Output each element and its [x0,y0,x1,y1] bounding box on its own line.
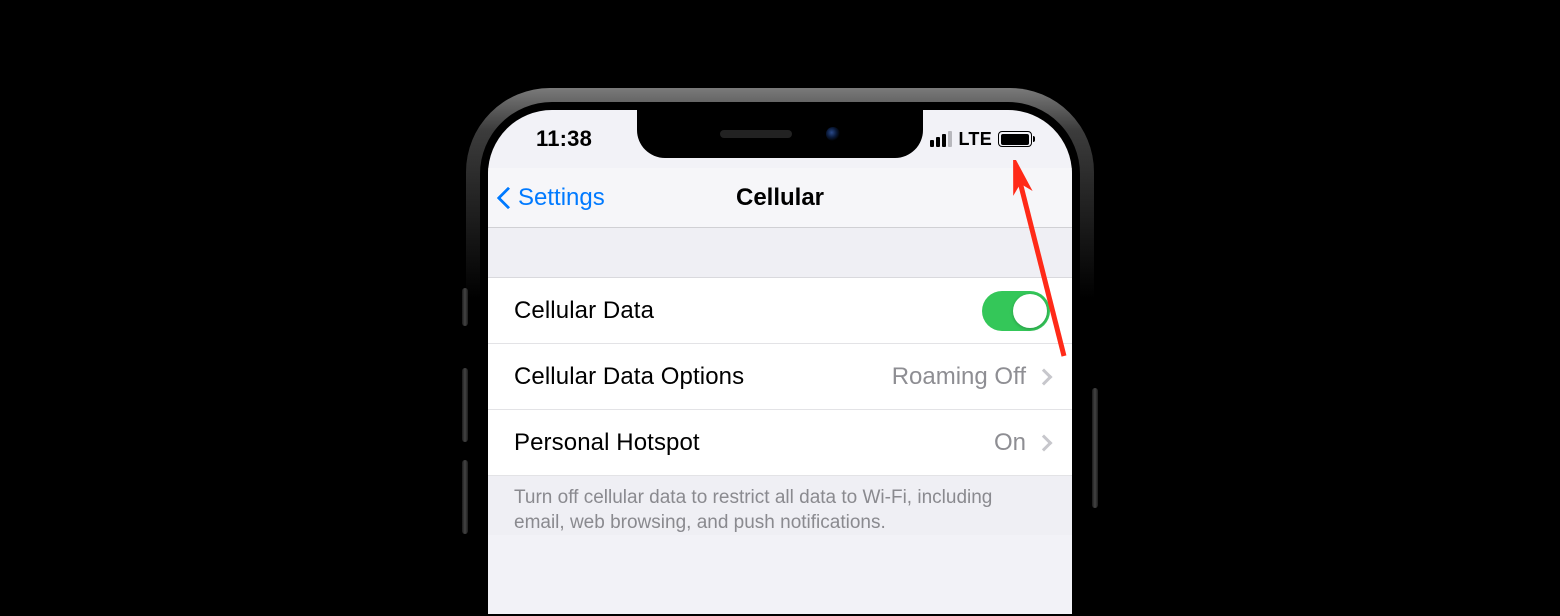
cellular-data-toggle[interactable] [982,291,1050,331]
back-button[interactable]: Settings [500,168,605,227]
row-cellular-data[interactable]: Cellular Data [488,278,1072,344]
phone-frame: 11:38 LTE Settings Cellular [466,88,1094,614]
back-label: Settings [518,184,605,212]
toggle-knob [1013,294,1047,328]
row-label: Cellular Data Options [514,363,744,391]
cellular-signal-icon [930,131,952,147]
battery-icon [998,131,1032,147]
front-camera [826,127,840,141]
notch [637,110,923,158]
chevron-right-icon [1036,368,1053,385]
row-value: Roaming Off [892,363,1026,391]
mute-switch [462,288,468,326]
section-spacer [488,228,1072,278]
side-button [1092,388,1098,508]
row-cellular-data-options[interactable]: Cellular Data Options Roaming Off [488,344,1072,410]
row-label: Personal Hotspot [514,429,700,457]
volume-up-button [462,368,468,442]
row-value: On [994,429,1026,457]
row-personal-hotspot[interactable]: Personal Hotspot On [488,410,1072,476]
status-time: 11:38 [536,126,592,152]
earpiece-speaker [720,130,792,138]
chevron-left-icon [497,186,520,209]
chevron-right-icon [1036,434,1053,451]
volume-down-button [462,460,468,534]
section-footer-text: Turn off cellular data to restrict all d… [488,476,1072,535]
screen: 11:38 LTE Settings Cellular [488,110,1072,614]
row-label: Cellular Data [514,297,654,325]
page-title: Cellular [736,184,824,212]
network-label: LTE [958,129,992,150]
nav-bar: Settings Cellular [488,168,1072,228]
